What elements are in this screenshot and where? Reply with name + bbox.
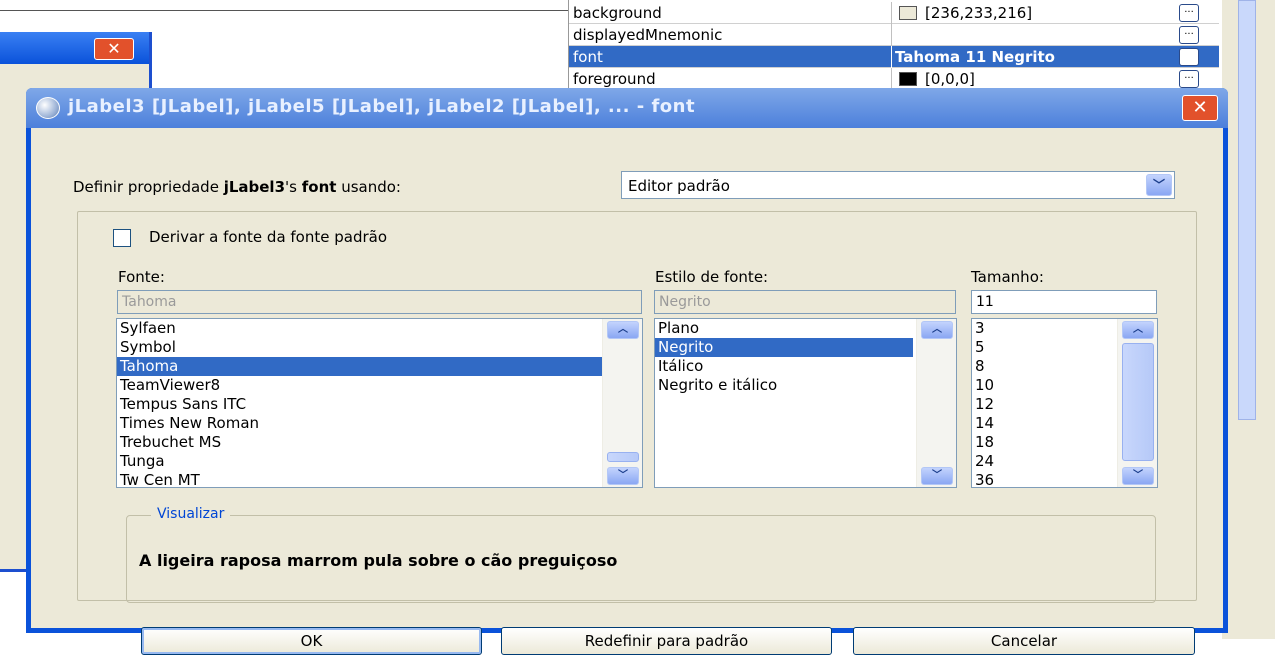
close-icon[interactable]: ✕ xyxy=(1182,95,1218,121)
color-swatch xyxy=(899,72,917,86)
list-item[interactable]: Negrito e itálico xyxy=(655,376,956,395)
scroll-down-button[interactable]: ﹀ xyxy=(1122,467,1154,485)
property-editor-button[interactable]: ... xyxy=(1179,70,1199,88)
size-label: Tamanho: xyxy=(971,268,1044,286)
font-dialog: jLabel3 [JLabel], jLabel5 [JLabel], jLab… xyxy=(26,88,1228,655)
reset-default-button[interactable]: Redefinir para padrão xyxy=(501,627,832,655)
font-name-field[interactable]: Tahoma xyxy=(117,290,642,314)
list-item[interactable]: Sylfaen xyxy=(117,319,642,338)
property-editor-button[interactable]: ... xyxy=(1179,4,1199,22)
font-style-field[interactable]: Negrito xyxy=(654,290,956,314)
cancel-button[interactable]: Cancelar xyxy=(853,627,1195,655)
java-cup-icon xyxy=(36,97,60,119)
property-name: background xyxy=(573,4,662,22)
font-label: Fonte: xyxy=(118,268,165,286)
font-size-field[interactable]: 11 xyxy=(971,290,1157,314)
property-editor-button[interactable]: ... xyxy=(1179,26,1199,44)
property-editor-button[interactable]: ... xyxy=(1179,48,1199,66)
list-item[interactable]: Itálico xyxy=(655,357,956,376)
preview-legend: Visualizar xyxy=(151,506,231,522)
right-scrollbar[interactable] xyxy=(1238,0,1256,420)
editor-combobox[interactable]: Editor padrão ﹀ xyxy=(621,171,1175,199)
font-list-scrollbar[interactable]: ︿ ﹀ xyxy=(602,319,642,487)
list-item[interactable]: Plano xyxy=(655,319,956,338)
property-row-background[interactable]: background [236,233,216] ... xyxy=(569,2,1219,24)
font-list[interactable]: Sylfaen Symbol Tahoma TeamViewer8 Tempus… xyxy=(116,318,643,488)
derive-font-checkbox[interactable] xyxy=(113,229,131,247)
ok-button[interactable]: OK xyxy=(141,627,482,655)
scroll-up-button[interactable]: ︿ xyxy=(921,321,953,339)
scroll-down-button[interactable]: ﹀ xyxy=(607,467,639,485)
property-value: [0,0,0] xyxy=(899,70,975,88)
list-item[interactable]: Times New Roman xyxy=(117,414,642,433)
property-value: Tahoma 11 Negrito xyxy=(895,48,1055,66)
style-list-scrollbar[interactable]: ︿ ﹀ xyxy=(916,319,956,487)
scroll-down-button[interactable]: ﹀ xyxy=(921,467,953,485)
list-item[interactable]: Symbol xyxy=(117,338,642,357)
scroll-thumb[interactable] xyxy=(1122,343,1154,461)
color-swatch xyxy=(899,6,917,20)
background-window-titlebar: ✕ xyxy=(0,32,149,64)
dialog-title: jLabel3 [JLabel], jLabel5 [JLabel], jLab… xyxy=(68,96,696,117)
preview-text: A ligeira raposa marrom pula sobre o cão… xyxy=(139,551,618,570)
list-item[interactable]: Negrito xyxy=(655,338,913,357)
property-name: font xyxy=(573,48,603,66)
property-name: displayedMnemonic xyxy=(573,26,723,44)
chevron-down-icon[interactable]: ﹀ xyxy=(1146,174,1172,196)
property-row-font[interactable]: font Tahoma 11 Negrito ... xyxy=(569,46,1219,68)
scroll-up-button[interactable]: ︿ xyxy=(607,321,639,339)
property-row-foreground[interactable]: foreground [0,0,0] ... xyxy=(569,68,1219,90)
divider xyxy=(0,10,568,11)
close-icon[interactable]: ✕ xyxy=(94,38,134,60)
font-size-list[interactable]: 3 5 8 10 12 14 18 24 36 ︿ ﹀ xyxy=(971,318,1158,488)
font-style-label: Estilo de fonte: xyxy=(655,268,769,286)
property-value: [236,233,216] xyxy=(899,4,1032,22)
scroll-thumb[interactable] xyxy=(607,452,639,462)
list-item[interactable]: Tempus Sans ITC xyxy=(117,395,642,414)
list-item[interactable]: Tahoma xyxy=(117,357,642,376)
dialog-titlebar[interactable]: jLabel3 [JLabel], jLabel5 [JLabel], jLab… xyxy=(26,88,1228,128)
define-property-label: Definir propriedade jLabel3's font usand… xyxy=(73,178,401,196)
derive-font-label: Derivar a fonte da fonte padrão xyxy=(149,228,388,246)
properties-table: background [236,233,216] ... displayedMn… xyxy=(568,0,1219,96)
list-item[interactable]: Tunga xyxy=(117,452,642,471)
dialog-body: Definir propriedade jLabel3's font usand… xyxy=(31,128,1223,655)
scroll-up-button[interactable]: ︿ xyxy=(1122,321,1154,339)
list-item[interactable]: Trebuchet MS xyxy=(117,433,642,452)
list-item[interactable]: TeamViewer8 xyxy=(117,376,642,395)
list-item[interactable]: Tw Cen MT xyxy=(117,471,642,487)
size-list-scrollbar[interactable]: ︿ ﹀ xyxy=(1117,319,1157,487)
property-row-displayedmnemonic[interactable]: displayedMnemonic ... xyxy=(569,24,1219,46)
property-name: foreground xyxy=(573,70,656,88)
editor-combobox-value: Editor padrão xyxy=(628,177,730,195)
font-style-list[interactable]: Plano Negrito Itálico Negrito e itálico … xyxy=(654,318,957,488)
